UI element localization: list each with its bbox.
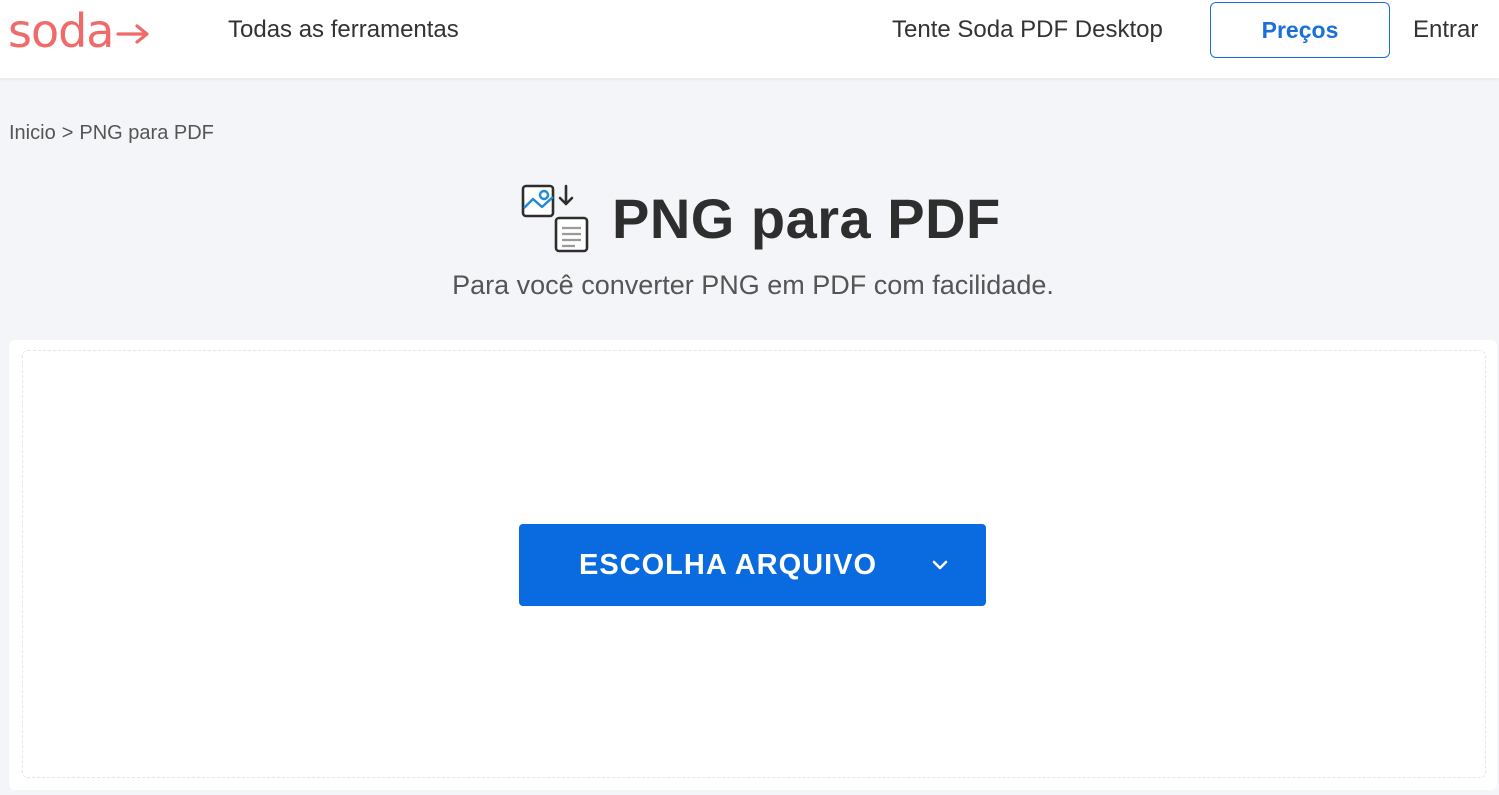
top-navbar: soda Todas as ferramentas Tente Soda PDF… xyxy=(0,0,1499,78)
breadcrumb-home-link[interactable]: Inicio xyxy=(9,122,56,145)
choose-file-button[interactable]: ESCOLHA ARQUIVO xyxy=(519,524,986,606)
logo-text: soda xyxy=(8,4,114,58)
pricing-button[interactable]: Preços xyxy=(1210,2,1390,58)
breadcrumb: Inicio > PNG para PDF xyxy=(9,120,214,146)
chevron-down-icon[interactable] xyxy=(929,554,951,576)
choose-file-label: ESCOLHA ARQUIVO xyxy=(579,549,878,581)
login-link[interactable]: Entrar xyxy=(1413,14,1478,46)
breadcrumb-current: PNG para PDF xyxy=(79,121,214,144)
page-title: PNG para PDF xyxy=(612,186,1001,250)
page-subtitle: Para você converter PNG em PDF com facil… xyxy=(452,270,1054,300)
logo-arrow-icon xyxy=(115,24,149,44)
breadcrumb-separator: > xyxy=(61,121,74,144)
image-to-document-icon xyxy=(521,184,589,253)
try-desktop-link[interactable]: Tente Soda PDF Desktop xyxy=(892,14,1163,46)
all-tools-link[interactable]: Todas as ferramentas xyxy=(228,14,459,46)
page-header: PNG para PDF xyxy=(520,182,1001,254)
soda-logo[interactable]: soda xyxy=(8,4,150,58)
